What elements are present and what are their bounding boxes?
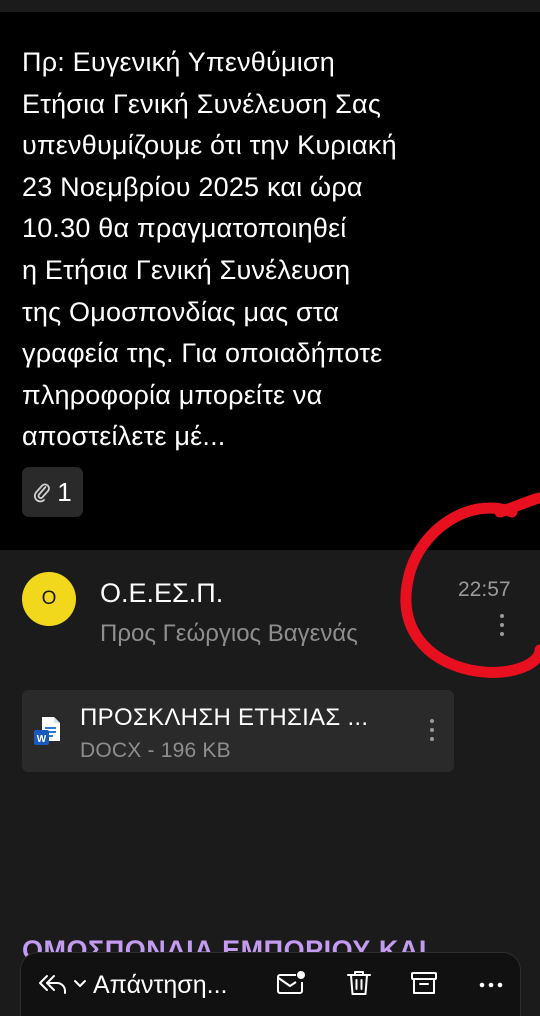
reply-all-icon bbox=[37, 971, 67, 1000]
email-preview-text: Πρ: Ευγενική Υπενθύμιση Ετήσια Γενική Συ… bbox=[22, 47, 397, 452]
attachment-file-card[interactable]: W ΠΡΟΣΚΛΗΣΗ ΕΤΗΣΙΑΣ ... DOCX - 196 KB bbox=[22, 690, 454, 772]
reply-button[interactable]: Απάντηση... bbox=[37, 953, 227, 1016]
paperclip-icon bbox=[33, 481, 51, 503]
vertical-dots-icon bbox=[430, 719, 434, 723]
attachment-more-button[interactable] bbox=[420, 714, 444, 746]
archive-button[interactable] bbox=[406, 953, 442, 1016]
message-more-button[interactable] bbox=[490, 610, 514, 640]
attachment-file-meta: DOCX - 196 KB bbox=[80, 739, 231, 762]
more-horizontal-icon bbox=[479, 976, 503, 994]
dot bbox=[430, 737, 434, 741]
archive-icon bbox=[410, 970, 438, 1001]
dot bbox=[500, 632, 504, 636]
sender-name[interactable]: Ο.Ε.ΕΣ.Π. bbox=[100, 578, 223, 609]
word-document-icon: W bbox=[34, 715, 62, 747]
mark-unread-button[interactable] bbox=[273, 953, 309, 1016]
delete-button[interactable] bbox=[341, 953, 377, 1016]
attachment-count: 1 bbox=[57, 476, 72, 507]
bottom-action-toolbar: Απάντηση... bbox=[20, 952, 521, 1016]
dot bbox=[500, 623, 504, 627]
attachment-count-chip[interactable]: 1 bbox=[22, 467, 83, 517]
avatar-initial: Ο bbox=[41, 588, 57, 609]
chevron-down-icon bbox=[73, 976, 87, 994]
reply-label: Απάντηση... bbox=[93, 970, 228, 999]
avatar[interactable]: Ο bbox=[22, 572, 76, 626]
more-actions-button[interactable] bbox=[473, 953, 509, 1016]
mark-unread-icon bbox=[276, 970, 306, 1001]
top-strip bbox=[0, 0, 540, 12]
trash-icon bbox=[346, 969, 372, 1002]
dot bbox=[430, 728, 434, 732]
message-time: 22:57 bbox=[458, 578, 511, 601]
attachment-file-name: ΠΡΟΣΚΛΗΣΗ ΕΤΗΣΙΑΣ ... bbox=[80, 704, 369, 731]
svg-text:W: W bbox=[37, 734, 47, 745]
vertical-dots-icon bbox=[500, 614, 504, 618]
recipient-line[interactable]: Προς Γεώργιος Βαγενάς bbox=[100, 620, 358, 648]
